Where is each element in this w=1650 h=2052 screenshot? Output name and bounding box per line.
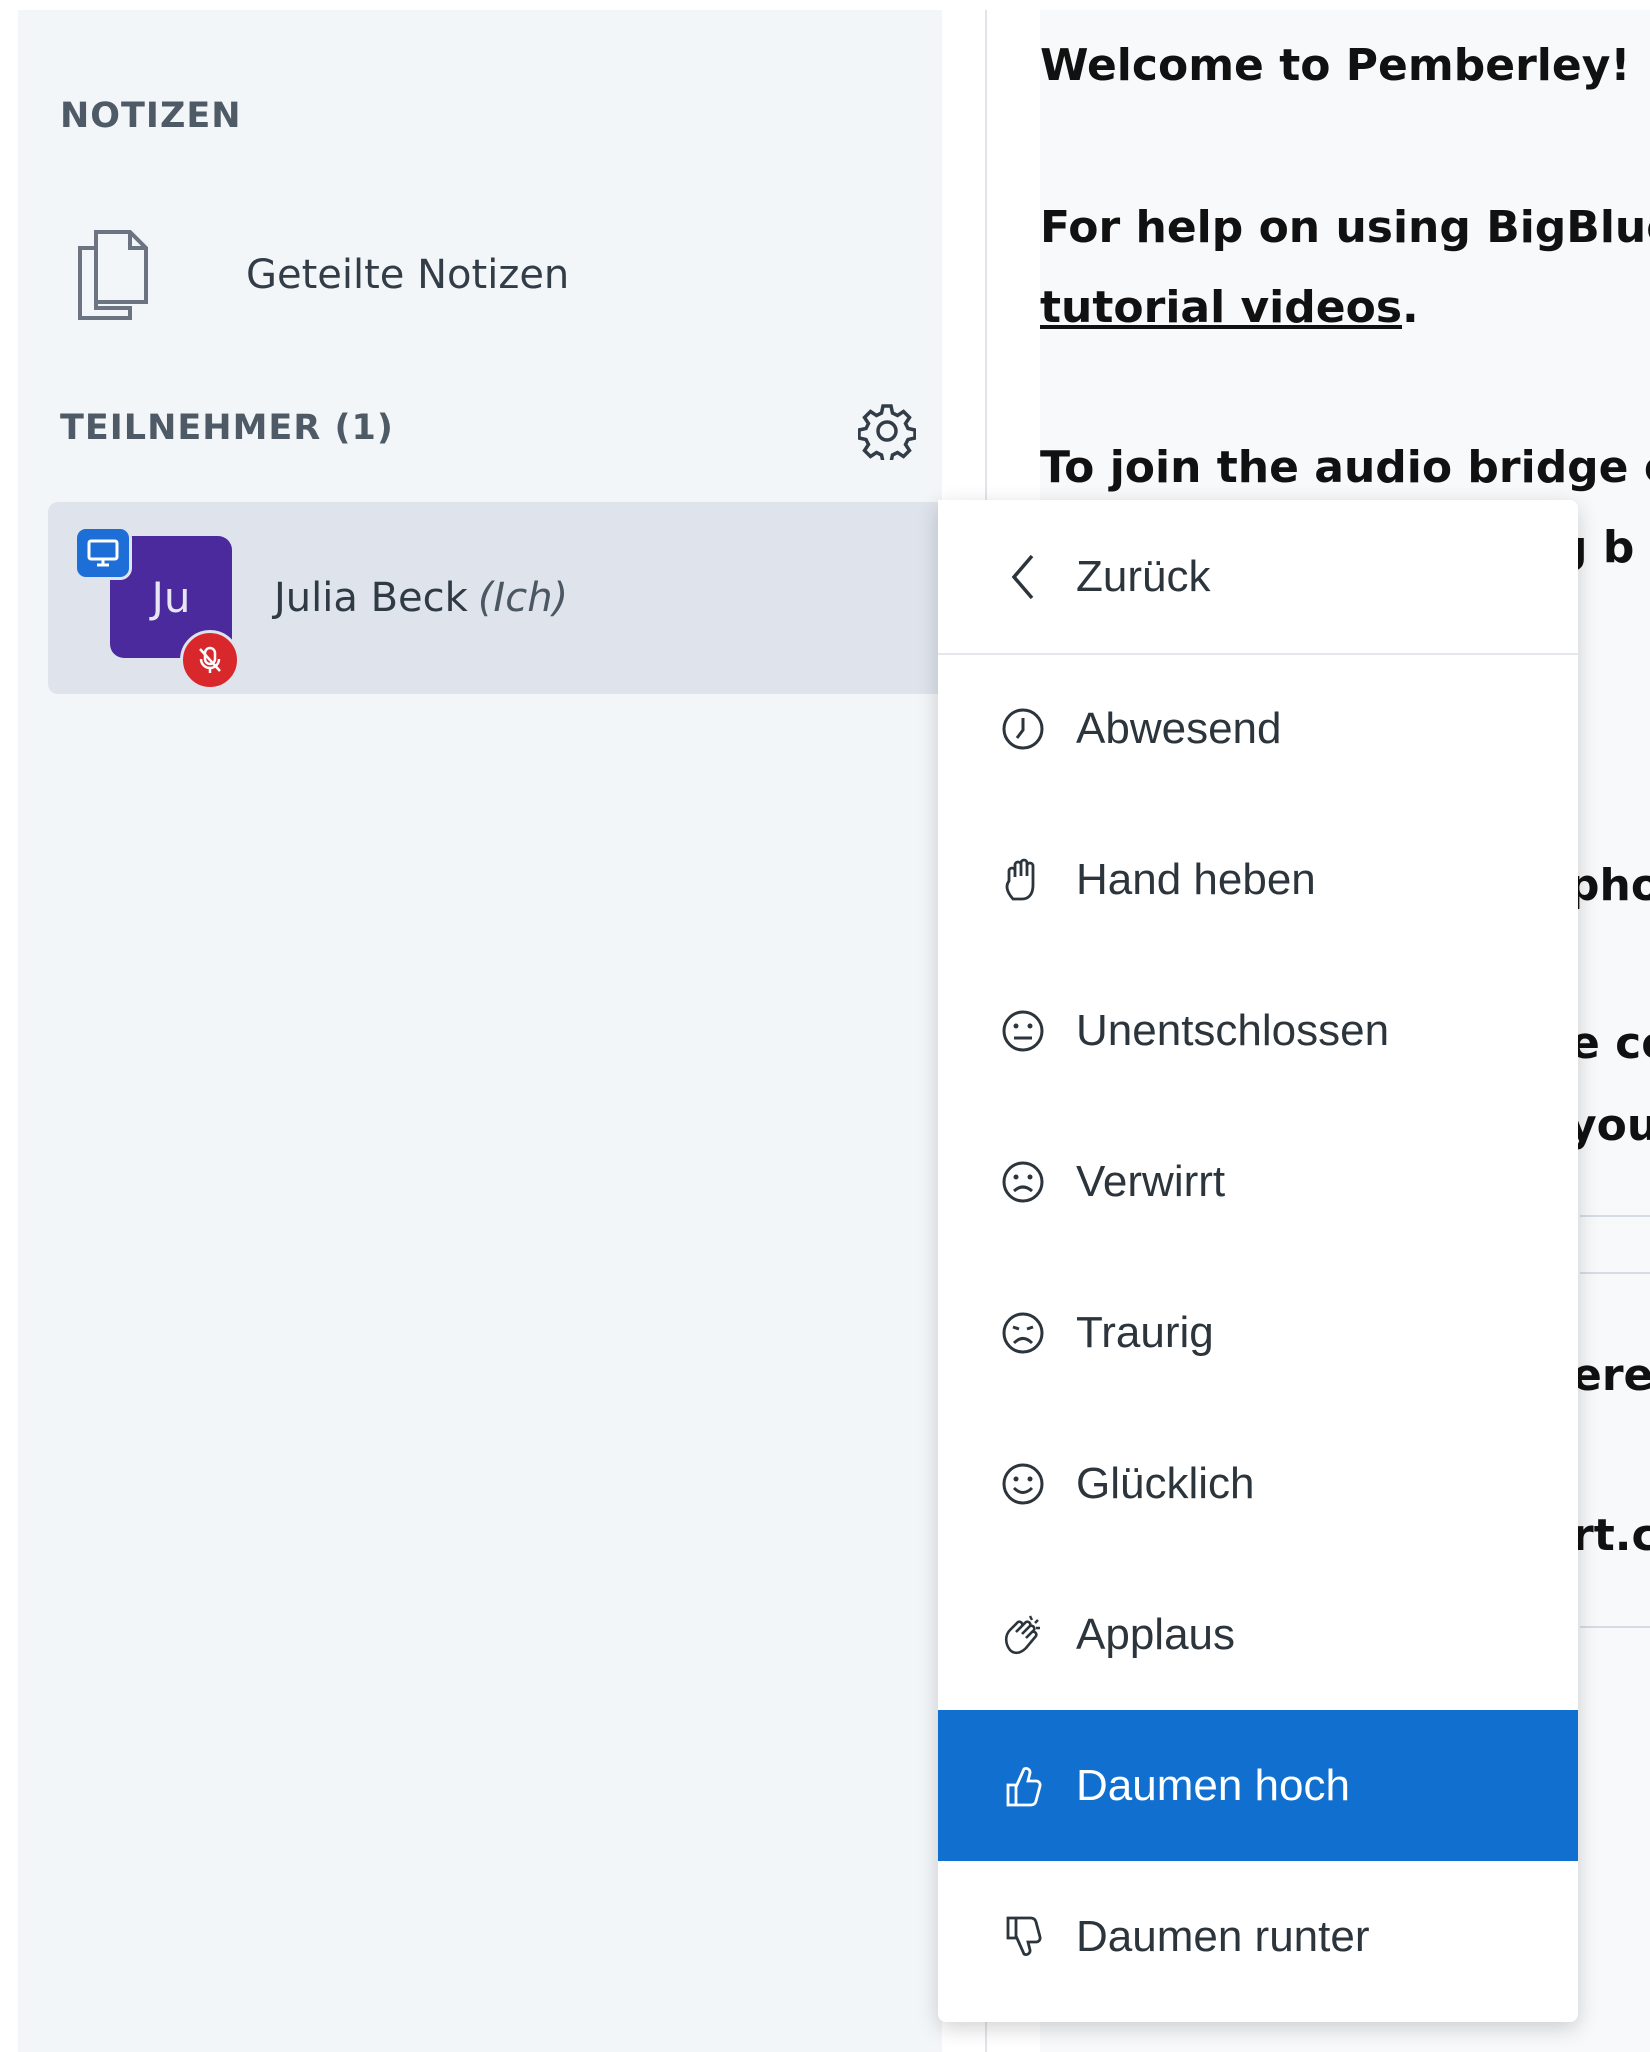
thumbs-up-icon [998, 1761, 1048, 1811]
welcome-divider [1580, 1626, 1650, 1628]
status-label: Traurig [1076, 1307, 1214, 1357]
welcome-fragment: rt.c [1572, 1510, 1650, 1561]
status-item-confused[interactable]: Verwirrt [938, 1106, 1578, 1257]
status-label: Hand heben [1076, 854, 1316, 904]
muted-microphone-icon [180, 630, 240, 690]
presenter-icon [74, 526, 132, 580]
welcome-text-a: Welcome to [1040, 40, 1346, 91]
participant-name: Julia Beck (Ich) [274, 502, 568, 694]
status-item-applause[interactable]: Applaus [938, 1559, 1578, 1710]
status-item-raise-hand[interactable]: Hand heben [938, 804, 1578, 955]
notes-section-title: NOTIZEN [60, 96, 242, 136]
happy-face-icon [998, 1459, 1048, 1509]
welcome-fragment: pho [1568, 860, 1650, 911]
status-label: Unentschlossen [1076, 1005, 1390, 1055]
welcome-text-b: Pemberley! [1345, 40, 1631, 91]
participants-section-title: TEILNEHMER (1) [60, 408, 394, 448]
sad-face-icon [998, 1308, 1048, 1358]
status-label: Daumen hoch [1076, 1760, 1350, 1810]
status-label: Glücklich [1076, 1458, 1255, 1508]
welcome-fragment: ere [1572, 1350, 1650, 1401]
status-label: Abwesend [1076, 703, 1282, 753]
hand-icon [998, 855, 1048, 905]
shared-notes-item[interactable]: Geteilte Notizen [74, 220, 774, 330]
welcome-line-1: Welcome to Pemberley! [1040, 40, 1630, 91]
participant-name-text: Julia Beck [274, 575, 468, 621]
welcome-divider [1580, 1272, 1650, 1274]
participant-row[interactable]: Ju Julia Beck (Ich) [48, 502, 960, 694]
clock-icon [998, 704, 1048, 754]
status-label: Verwirrt [1076, 1156, 1226, 1206]
welcome-line-3-dot: . [1402, 282, 1419, 333]
back-menu-item[interactable]: Zurück [938, 500, 1578, 655]
welcome-fragment: e co [1570, 1018, 1650, 1069]
welcome-line-4: To join the audio bridge cli [1040, 442, 1650, 493]
participant-self-tag: (Ich) [477, 575, 569, 621]
shared-notes-icon [74, 226, 154, 324]
status-item-happy[interactable]: Glücklich [938, 1408, 1578, 1559]
shared-notes-label: Geteilte Notizen [246, 252, 570, 298]
welcome-divider [1580, 1215, 1650, 1217]
user-list-panel: NOTIZEN Geteilte Notizen TEILNEHMER (1) … [18, 10, 960, 2052]
avatar-initials: Ju [151, 572, 191, 622]
status-item-thumbs-down[interactable]: Daumen runter [938, 1861, 1578, 2012]
welcome-fragment: you [1568, 1100, 1650, 1151]
thumbs-down-icon [998, 1912, 1048, 1962]
status-item-away[interactable]: Abwesend [938, 653, 1578, 804]
chevron-left-icon [998, 552, 1048, 602]
applause-icon [998, 1610, 1048, 1660]
status-item-sad[interactable]: Traurig [938, 1257, 1578, 1408]
neutral-face-icon [998, 1006, 1048, 1056]
set-status-menu: Zurück Abwesend Hand heben Unentschlosse… [938, 500, 1578, 2022]
participants-settings-gear-icon[interactable] [857, 402, 917, 464]
status-label: Daumen runter [1076, 1911, 1370, 1961]
status-item-undecided[interactable]: Unentschlossen [938, 955, 1578, 1106]
back-label: Zurück [1076, 551, 1211, 601]
confused-face-icon [998, 1157, 1048, 1207]
welcome-line-3: tutorial videos. [1040, 282, 1419, 333]
tutorial-videos-link[interactable]: tutorial videos [1040, 282, 1402, 333]
welcome-line-2: For help on using BigBlueB [1040, 202, 1650, 253]
status-label: Applaus [1076, 1609, 1236, 1659]
status-item-thumbs-up[interactable]: Daumen hoch [938, 1710, 1578, 1861]
